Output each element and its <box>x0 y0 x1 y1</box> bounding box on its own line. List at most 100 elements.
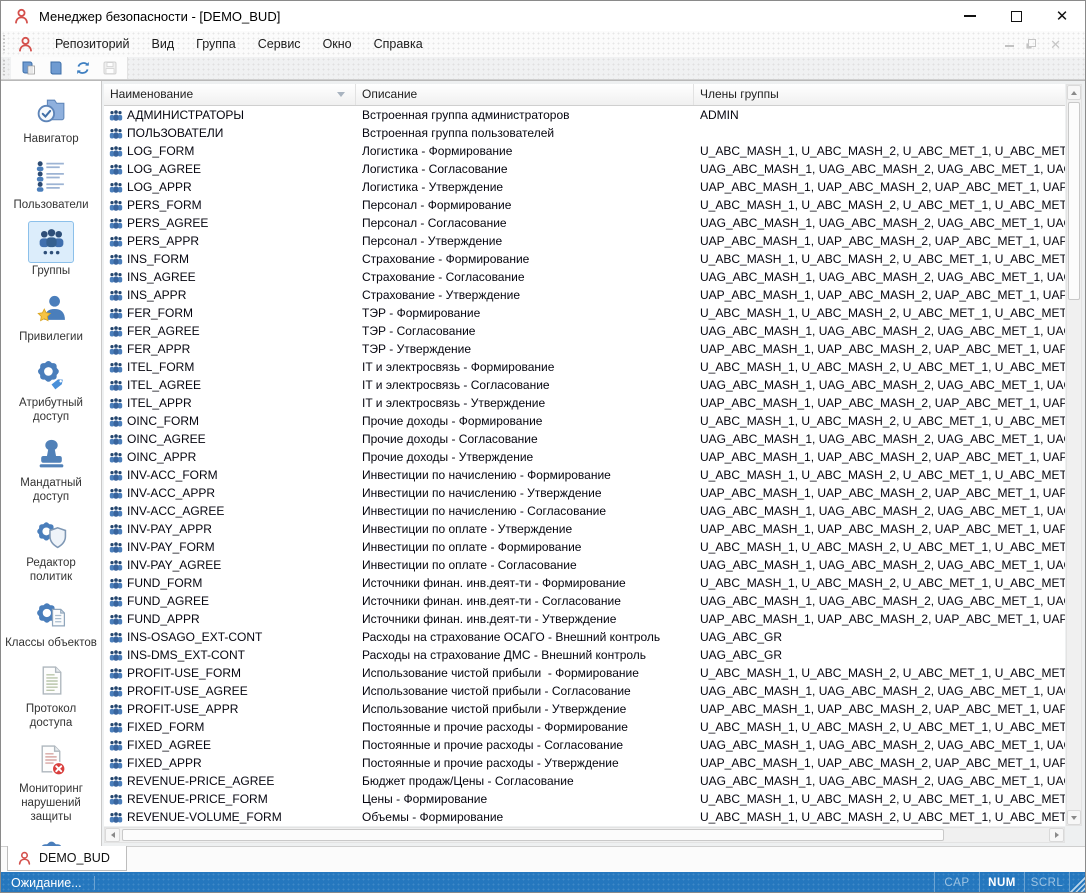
sidebar-item-violation-monitoring[interactable]: Мониторинг нарушений защиты <box>1 739 101 824</box>
table-row[interactable]: FUND_AGREE Источники финан. инв.деят-ти -… <box>104 592 1065 610</box>
table-row[interactable]: FUND_APPR Источники финан. инв.деят-ти - … <box>104 610 1065 628</box>
menu-item-2[interactable]: Группа <box>185 31 247 57</box>
menu-item-5[interactable]: Справка <box>363 31 434 57</box>
table-row[interactable]: INV-PAY_APPR Инвестиции по оплате - Утвер… <box>104 520 1065 538</box>
sidebar-item-groups[interactable]: Группы <box>1 221 101 278</box>
mdi-close-icon: ✕ <box>1050 36 1061 52</box>
table-row[interactable]: АДМИНИСТРАТОРЫ Встроенная группа админист… <box>104 106 1065 124</box>
table-row[interactable]: PROFIT-USE_APPR Использование чистой приб… <box>104 700 1065 718</box>
table-row[interactable]: PROFIT-USE_AGREE Использование чистой при… <box>104 682 1065 700</box>
scroll-up-button[interactable] <box>1067 85 1081 100</box>
minimize-icon <box>964 15 976 17</box>
table-row[interactable]: REVENUE-VOLUME_FORM Объемы - Формирование… <box>104 808 1065 826</box>
group-name-cell: INV-PAY_AGREE <box>104 556 356 574</box>
table-row[interactable]: FER_FORM ТЭР - Формирование U_ABC_MASH_1, … <box>104 304 1065 322</box>
table-row[interactable]: REVENUE-PRICE_FORM Цены - Формирование U_A… <box>104 790 1065 808</box>
table-row[interactable]: FIXED_APPR Постоянные и прочие расходы - … <box>104 754 1065 772</box>
table-row[interactable]: INS-DMS_EXT-CONT Расходы на страхование Д… <box>104 646 1065 664</box>
table-row[interactable]: PERS_FORM Персонал - Формирование U_ABC_MA… <box>104 196 1065 214</box>
table-row[interactable]: PERS_AGREE Персонал - Согласование UAG_ABC… <box>104 214 1065 232</box>
menu-item-1[interactable]: Вид <box>141 31 186 57</box>
sidebar-item-object-classes[interactable]: Классы объектов <box>1 593 101 650</box>
group-icon <box>109 145 123 157</box>
table-row[interactable]: PROFIT-USE_FORM Использование чистой приб… <box>104 664 1065 682</box>
scroll-right-button[interactable] <box>1049 828 1064 842</box>
mdi-minimize-button[interactable] <box>1005 39 1015 50</box>
table-row[interactable]: ITEL_FORM IT и электросвязь - Формировани… <box>104 358 1065 376</box>
table-row[interactable]: OINC_APPR Прочие доходы - Утверждение UAP_… <box>104 448 1065 466</box>
table-row[interactable]: LOG_FORM Логистика - Формирование U_ABC_MA… <box>104 142 1065 160</box>
horizontal-scrollbar[interactable] <box>104 827 1065 843</box>
sidebar-item-attribute-access[interactable]: Атрибутный доступ <box>1 353 101 424</box>
table-row[interactable]: INS_FORM Страхование - Формирование U_ABC_… <box>104 250 1065 268</box>
sidebar-item-navigator[interactable]: Навигатор <box>1 89 101 146</box>
table-row[interactable]: INV-PAY_AGREE Инвестиции по оплате - Согл… <box>104 556 1065 574</box>
tab-demo-bud[interactable]: DEMO_BUD <box>7 846 127 871</box>
repository-button[interactable] <box>42 58 69 78</box>
group-description: Источники финан. инв.деят-ти - Согласова… <box>362 594 621 608</box>
table-row[interactable]: INV-ACC_AGREE Инвестиции по начислению - … <box>104 502 1065 520</box>
table-row[interactable]: ITEL_AGREE IT и электросвязь - Согласован… <box>104 376 1065 394</box>
table-row[interactable]: FIXED_AGREE Постоянные и прочие расходы -… <box>104 736 1065 754</box>
column-header-members[interactable]: Члены группы <box>694 84 1065 105</box>
column-header-name[interactable]: Наименование <box>104 84 356 105</box>
table-row[interactable]: INV-ACC_FORM Инвестиции по начислению - Ф… <box>104 466 1065 484</box>
group-icon <box>109 559 123 571</box>
table-row[interactable]: OINC_FORM Прочие доходы - Формирование U_A… <box>104 412 1065 430</box>
scroll-down-button[interactable] <box>1067 810 1081 825</box>
table-row[interactable]: FER_AGREE ТЭР - Согласование UAG_ABC_MASH_… <box>104 322 1065 340</box>
horizontal-scroll-thumb[interactable] <box>122 829 944 841</box>
table-row[interactable]: OINC_AGREE Прочие доходы - Согласование UA… <box>104 430 1065 448</box>
scroll-left-button[interactable] <box>105 828 120 842</box>
save-button[interactable] <box>96 58 123 78</box>
table-row[interactable]: LOG_APPR Логистика - Утверждение UAP_ABC_M… <box>104 178 1065 196</box>
table-row[interactable]: ПОЛЬЗОВАТЕЛИ Встроенная группа пользовате… <box>104 124 1065 142</box>
group-icon <box>109 379 123 391</box>
group-members: U_ABC_MASH_1, U_ABC_MASH_2, U_ABC_MET_1,… <box>700 252 1065 266</box>
group-name: PROFIT-USE_APPR <box>127 702 239 716</box>
scrollbar-corner <box>1066 827 1082 843</box>
table-row[interactable]: FUND_FORM Источники финан. инв.деят-ти - … <box>104 574 1065 592</box>
maximize-button[interactable] <box>993 1 1039 31</box>
group-name: INV-PAY_AGREE <box>127 558 222 572</box>
sidebar-item-access-log[interactable]: Протокол доступа <box>1 659 101 730</box>
table-row[interactable]: INV-ACC_APPR Инвестиции по начислению - У… <box>104 484 1065 502</box>
table-row[interactable]: INS-OSAGO_EXT-CONT Расходы на страхование… <box>104 628 1065 646</box>
sidebar-item-label: Протокол доступа <box>25 703 77 729</box>
table-row[interactable]: PERS_APPR Персонал - Утверждение UAP_ABC_M… <box>104 232 1065 250</box>
close-button[interactable]: ✕ <box>1039 1 1085 31</box>
column-header-description[interactable]: Описание <box>356 84 694 105</box>
table-row[interactable]: INS_APPR Страхование - Утверждение UAP_ABC… <box>104 286 1065 304</box>
group-name-cell: FER_APPR <box>104 340 356 358</box>
sidebar-item-privileges[interactable]: Привилегии <box>1 287 101 344</box>
table-row[interactable]: INV-PAY_FORM Инвестиции по оплате - Форми… <box>104 538 1065 556</box>
refresh-button[interactable] <box>69 58 96 78</box>
menu-item-0[interactable]: Репозиторий <box>44 31 141 57</box>
sidebar-item-policy-editor[interactable]: Редактор политик <box>1 513 101 584</box>
vertical-scroll-thumb[interactable] <box>1068 102 1080 300</box>
group-description: Прочие доходы - Утверждение <box>362 450 534 464</box>
table-row[interactable]: LOG_AGREE Логистика - Согласование UAG_ABC… <box>104 160 1065 178</box>
table-row[interactable]: FER_APPR ТЭР - Утверждение UAP_ABC_MASH_1,… <box>104 340 1065 358</box>
menubar-grip <box>3 34 8 54</box>
table-row[interactable]: FIXED_FORM Постоянные и прочие расходы - … <box>104 718 1065 736</box>
mdi-restore-button[interactable] <box>1028 38 1037 50</box>
table-row[interactable]: INS_AGREE Страхование - Согласование UAG_A… <box>104 268 1065 286</box>
vertical-scrollbar[interactable] <box>1066 84 1082 826</box>
group-name: REVENUE-PRICE_AGREE <box>127 774 275 788</box>
sidebar-item-users[interactable]: Пользователи <box>1 155 101 212</box>
sidebar-item-mandatory-access[interactable]: Мандатный доступ <box>1 433 101 504</box>
open-repository-button[interactable] <box>15 58 42 78</box>
group-name: PROFIT-USE_AGREE <box>127 684 248 698</box>
menu-item-4[interactable]: Окно <box>312 31 363 57</box>
table-row[interactable]: ITEL_APPR IT и электросвязь - Утверждение… <box>104 394 1065 412</box>
resize-grip[interactable] <box>1069 872 1085 892</box>
group-icon <box>109 703 123 715</box>
group-name: INV-ACC_APPR <box>127 486 216 500</box>
mdi-close-button[interactable]: ✕ <box>1050 38 1061 51</box>
sidebar-item-service[interactable]: Сервис <box>1 833 101 846</box>
minimize-button[interactable] <box>947 1 993 31</box>
groups-icon <box>28 221 74 263</box>
table-row[interactable]: REVENUE-PRICE_AGREE Бюджет продаж/Цены - … <box>104 772 1065 790</box>
menu-item-3[interactable]: Сервис <box>247 31 312 57</box>
